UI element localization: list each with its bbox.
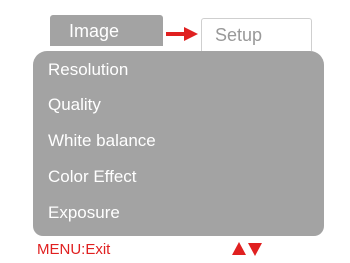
menu-item-resolution[interactable]: Resolution <box>48 56 128 84</box>
menu-panel: Resolution Quality White balance Color E… <box>33 51 324 236</box>
tab-setup[interactable]: Setup <box>201 18 312 51</box>
menu-item-color-effect[interactable]: Color Effect <box>48 163 137 191</box>
tab-image-label: Image <box>69 21 120 41</box>
menu-item-white-balance[interactable]: White balance <box>48 127 156 155</box>
menu-item-exposure[interactable]: Exposure <box>48 199 120 227</box>
right-arrow-icon <box>166 27 198 41</box>
tab-setup-label: Setup <box>215 25 263 45</box>
camera-osd-menu: Image Setup Resolution Quality White bal… <box>0 0 350 263</box>
up-down-arrows-icon <box>232 242 262 256</box>
menu-exit-hint: MENU:Exit <box>37 241 111 258</box>
menu-item-quality[interactable]: Quality <box>48 91 101 119</box>
tab-image[interactable]: Image <box>50 15 163 48</box>
